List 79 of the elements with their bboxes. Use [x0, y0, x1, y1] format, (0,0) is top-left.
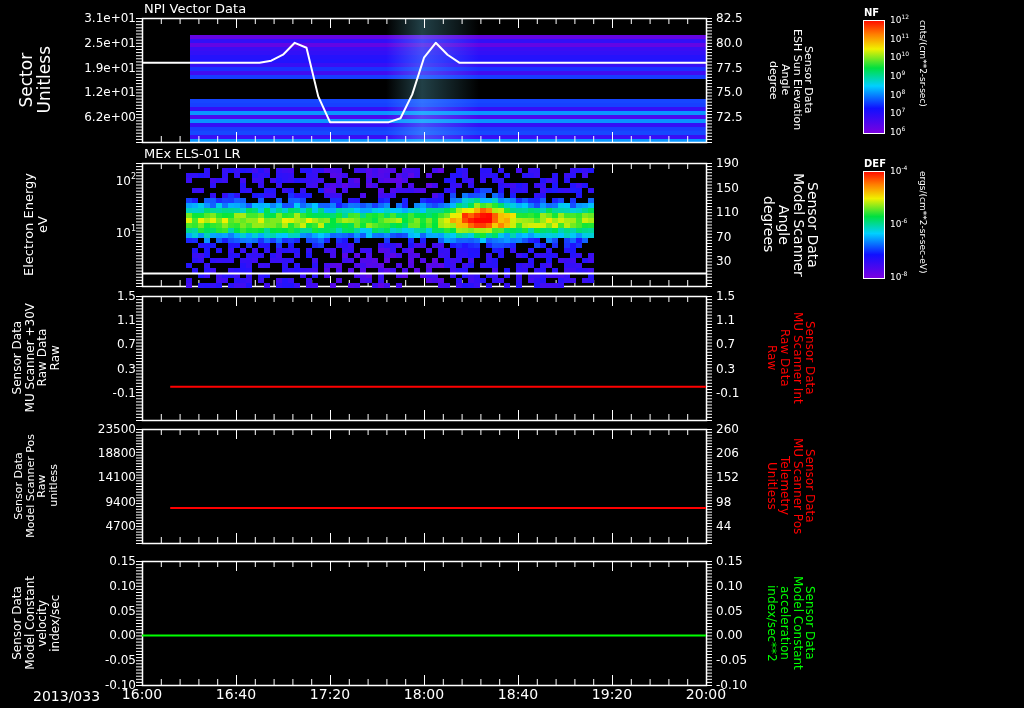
tick-label: 1.2e+01 [84, 85, 136, 100]
tick-label: 70 [716, 229, 732, 244]
tick-label: 0.10 [716, 578, 743, 593]
panel-title: MEx ELS-01 LR [144, 146, 241, 161]
tick-label: 77.5 [716, 60, 743, 75]
tick-label: 80.0 [716, 35, 743, 50]
axis-title: Sensor Data Model Constant velocity index/sec [10, 576, 62, 670]
tick-label: 6.2e+00 [84, 110, 136, 125]
axis-title: Sensor Data Model Scanner Angle degrees [761, 172, 821, 277]
tick-label: 18800 [97, 446, 136, 461]
tick-label: 0.10 [109, 578, 136, 593]
color-scale-label: 10$^{11}$ [890, 33, 910, 44]
tick-label: 4700 [105, 518, 136, 533]
tick-label: 0.05 [109, 603, 136, 618]
tick-label: -0.05 [716, 653, 748, 668]
color-scale-title: NF [864, 7, 880, 19]
axis-title: Sensor Data MU Scanner +30V Raw Data Raw [10, 303, 62, 413]
tick-label: 0.00 [109, 628, 136, 643]
axis-title: Sensor Data Model Scanner Pos Raw unitless [12, 434, 60, 538]
time-label: 16:40 [214, 686, 258, 702]
color-scale-label: 10$^{10}$ [890, 52, 910, 63]
tick-label: 0.15 [109, 554, 136, 568]
color-scale-label: 10$^{7}$ [890, 108, 906, 119]
tick-label: 0.3 [116, 361, 136, 376]
tick-label: 1.9e+01 [84, 60, 136, 75]
color-scale-label: 10$^{8}$ [890, 89, 906, 100]
tick-label: 190 [716, 156, 739, 170]
tick-label: 98 [716, 494, 732, 509]
tick-label: 14100 [97, 470, 136, 485]
axis-title: Sensor Data MU Scanner Int Raw Data Raw [765, 312, 817, 404]
axis-title: Sensor Data ESH Sun Elevation Angle degree [767, 29, 815, 131]
color-scale-label: 10$^{12}$ [890, 15, 910, 25]
tick-label: -0.1 [716, 385, 740, 400]
time-label: 18:00 [402, 686, 446, 702]
tick-label: -0.1 [112, 385, 136, 400]
tick-label: 1.1 [716, 313, 736, 328]
tick-label: 9400 [105, 494, 136, 509]
tick-label: 0.00 [716, 628, 743, 643]
tick-label: 10$^{2}$ [115, 173, 136, 188]
tick-label: 150 [716, 180, 739, 195]
color-scale-units: cnts/(cm**2-sr-sec) [918, 20, 928, 107]
tick-label: -0.05 [104, 653, 136, 668]
tick-label: 0.3 [716, 361, 736, 376]
tick-label: 0.05 [716, 603, 743, 618]
axis-title: Sensor Data Model Constant acceleration index/sec**2 [765, 576, 817, 670]
tick-label: 30 [716, 254, 732, 269]
time-label: 17:20 [308, 686, 352, 702]
axis-title: Sector Unitless [18, 46, 54, 114]
tick-label: 206 [716, 446, 739, 461]
tick-label: 1.5 [716, 289, 736, 303]
tick-label: 1.1 [116, 313, 136, 328]
color-scale-units: ergs/(cm**2-sr-sec-eV) [918, 171, 928, 274]
tick-label: 3.1e+01 [84, 11, 136, 25]
color-scale-label: 10$^{9}$ [890, 71, 906, 81]
tick-label: 0.15 [716, 554, 743, 568]
tick-label: 0.7 [716, 337, 736, 352]
tick-label: 75.0 [716, 85, 743, 100]
date-label: 2013/033 [33, 688, 101, 704]
tick-label: 0.7 [116, 337, 136, 352]
tick-label: 1.5 [116, 289, 136, 303]
axis-title: Electron Energy eV [22, 173, 50, 276]
axis-title: Sensor Data MU Scanner Pos Telemetry Unitless [765, 437, 817, 535]
color-scale-title: DEF [864, 158, 886, 170]
color-scale-label: 10$^{-8}$ [890, 272, 908, 282]
tick-label: 44 [716, 518, 732, 533]
tick-label: 260 [716, 422, 739, 436]
color-scale-label: 10$^{-6}$ [890, 219, 908, 229]
tick-label: 110 [716, 205, 739, 220]
tick-label: 152 [716, 470, 739, 485]
tick-label: 23500 [97, 422, 136, 436]
tick-label: 2.5e+01 [84, 35, 136, 50]
tick-label: 10$^{1}$ [115, 226, 136, 241]
color-scale-label: 10$^{-4}$ [890, 166, 908, 176]
color-scale-label: 10$^{6}$ [890, 127, 906, 137]
panel-title: NPI Vector Data [144, 1, 247, 16]
time-label: 19:20 [590, 686, 634, 702]
time-label: 18:40 [496, 686, 540, 702]
tick-label: 82.5 [716, 11, 743, 25]
tick-label: 72.5 [716, 110, 743, 125]
